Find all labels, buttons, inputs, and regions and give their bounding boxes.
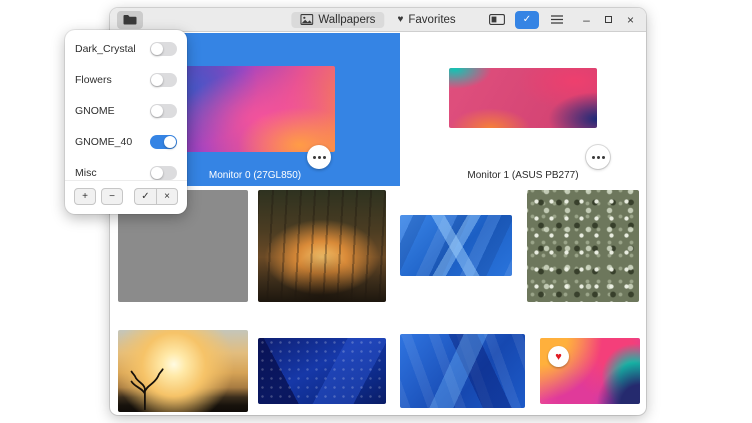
cancel-button[interactable]: ×	[156, 188, 178, 205]
folder-label: Flowers	[75, 74, 112, 86]
wallpaper-thumbnail-aerial-forest[interactable]	[527, 190, 639, 302]
tab-wallpapers-label: Wallpapers	[318, 14, 375, 26]
apply-wallpaper-button[interactable]: ✓	[515, 11, 539, 29]
folder-toggle[interactable]	[150, 166, 177, 180]
popover-actions: + − ✓ ×	[65, 180, 187, 214]
hamburger-menu-icon	[551, 15, 563, 24]
folder-label: Dark_Crystal	[75, 43, 136, 55]
ellipsis-icon	[318, 156, 321, 159]
folder-row-misc: Misc	[65, 157, 187, 180]
wallpaper-thumbnail-sunset-tree[interactable]	[118, 330, 248, 412]
close-button[interactable]: ×	[624, 13, 637, 27]
monitor-0-more-button[interactable]	[307, 145, 331, 169]
image-icon	[300, 14, 313, 25]
monitor-0-wallpaper-preview	[175, 66, 335, 152]
monitor-1-more-button[interactable]	[586, 145, 610, 169]
maximize-icon	[605, 16, 612, 23]
heart-icon: ♥	[397, 15, 403, 25]
tree-silhouette	[126, 362, 166, 410]
tab-favorites[interactable]: ♥ Favorites	[388, 12, 464, 28]
folder-label: Misc	[75, 167, 97, 179]
ellipsis-icon	[597, 156, 600, 159]
confirm-button[interactable]: ✓	[134, 188, 156, 205]
wallpaper-thumbnail-colorful-abstract[interactable]: ♥	[540, 338, 640, 404]
check-icon: ✓	[523, 14, 531, 25]
folder-toggle[interactable]	[150, 135, 177, 149]
folder-label: GNOME_40	[75, 136, 132, 148]
headerbar-actions: ✓ – ×	[486, 11, 639, 29]
favorite-heart-badge[interactable]: ♥	[548, 346, 569, 367]
add-folder-button[interactable]: +	[74, 188, 96, 205]
wallpaper-thumbnail-blue-polygons[interactable]	[400, 215, 512, 276]
wallpaper-thumbnail-dark-blue-geometric[interactable]	[258, 338, 386, 404]
folder-open-icon	[123, 14, 137, 25]
monitor-1-wallpaper-preview	[449, 68, 597, 128]
minimize-button[interactable]: –	[580, 13, 593, 27]
folder-toggle[interactable]	[150, 104, 177, 118]
folder-row-flowers: Flowers	[65, 64, 187, 95]
confirm-cancel-group: ✓ ×	[134, 188, 178, 205]
monitor-row: Monitor 0 (27GL850) Monitor 1 (ASUS PB27…	[110, 33, 646, 186]
window-controls: – ×	[580, 13, 637, 27]
desktop-background: Wallpapers ♥ Favorites ✓	[0, 0, 752, 423]
wallpaper-folders-button[interactable]	[117, 11, 143, 29]
folder-toggle[interactable]	[150, 42, 177, 56]
monitor-1-label: Monitor 1 (ASUS PB277)	[400, 170, 646, 181]
remove-folder-button[interactable]: −	[101, 188, 123, 205]
wallpaper-thumbnail-blue-chevrons[interactable]	[400, 334, 525, 408]
folder-list: Dark_Crystal Flowers GNOME GNOME_40 Misc	[65, 30, 187, 180]
folder-row-dark-crystal: Dark_Crystal	[65, 33, 187, 64]
maximize-button[interactable]	[602, 13, 615, 27]
wallpaper-folders-popover: Dark_Crystal Flowers GNOME GNOME_40 Misc…	[65, 30, 187, 214]
main-menu-button[interactable]	[546, 11, 568, 29]
dual-monitor-icon	[489, 14, 505, 25]
folder-row-gnome: GNOME	[65, 95, 187, 126]
monitor-1-tile[interactable]: Monitor 1 (ASUS PB277)	[400, 33, 646, 186]
folder-toggle[interactable]	[150, 73, 177, 87]
headerbar: Wallpapers ♥ Favorites ✓	[110, 8, 646, 32]
tab-wallpapers[interactable]: Wallpapers	[291, 12, 384, 28]
monitor-span-toggle-button[interactable]	[486, 11, 508, 29]
view-switcher: Wallpapers ♥ Favorites	[291, 12, 464, 28]
wallpaper-thumbnail-autumn-forest[interactable]	[258, 190, 386, 302]
folder-label: GNOME	[75, 105, 115, 117]
tab-favorites-label: Favorites	[408, 14, 455, 26]
folder-row-gnome-40: GNOME_40	[65, 126, 187, 157]
app-window: Wallpapers ♥ Favorites ✓	[110, 8, 646, 415]
